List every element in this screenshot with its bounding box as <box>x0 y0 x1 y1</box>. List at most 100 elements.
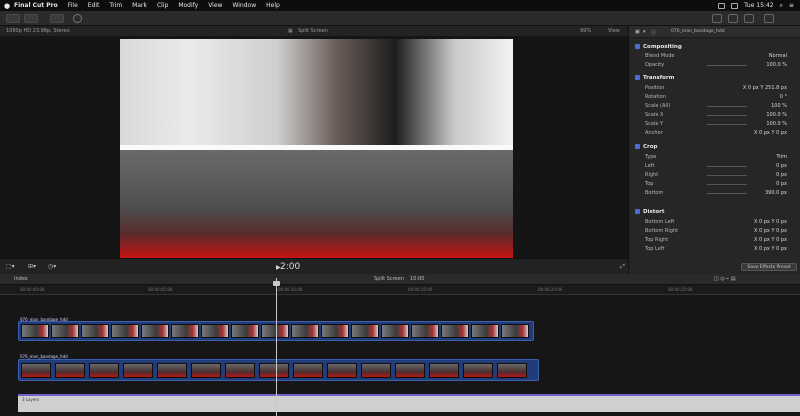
speed-icon[interactable]: ◷▾ <box>48 263 56 270</box>
row-crop-left[interactable]: Left 0 px <box>645 162 795 171</box>
timeline-toggle-icon[interactable] <box>728 14 738 23</box>
top-right-value[interactable]: X 0 px Y 0 px <box>754 237 787 243</box>
blend-mode-value[interactable]: Normal <box>769 53 787 59</box>
row-crop-right[interactable]: Right 0 px <box>645 171 795 180</box>
crop-left-slider[interactable] <box>707 166 747 167</box>
fullscreen-icon[interactable]: ⤢ <box>620 263 625 271</box>
bottom-right-label: Bottom Right <box>645 228 679 234</box>
timeline[interactable]: 076_man_bandage_hdd 076_man_bandage_hdd <box>0 295 800 416</box>
section-distort[interactable]: Distort <box>635 209 664 215</box>
clip-thumbnail <box>327 363 357 378</box>
menu-list-icon[interactable]: ≡ <box>789 2 794 9</box>
row-opacity[interactable]: Opacity 100.0 % <box>645 61 795 70</box>
scale-y-value[interactable]: 100.0 % <box>766 121 787 127</box>
status-icon-1[interactable] <box>718 2 726 9</box>
row-scale-all[interactable]: Scale (All) 100 % <box>645 102 795 111</box>
check-icon[interactable] <box>73 14 82 23</box>
audio-track[interactable]: 3 Layers <box>18 394 800 412</box>
viewer[interactable] <box>0 36 628 258</box>
browser-toggle-icon[interactable] <box>712 14 722 23</box>
playback-bar: ⬚▾ ⊞▾ ◷▾ ▶ 2:00 ⤢ <box>0 258 628 274</box>
menu-mark[interactable]: Mark <box>132 2 147 9</box>
menu-file[interactable]: File <box>68 2 78 9</box>
clip-thumbnail <box>351 324 379 338</box>
row-top-right[interactable]: Top Right X 0 px Y 0 px <box>645 236 795 245</box>
scale-y-slider[interactable] <box>707 124 747 125</box>
row-blend-mode[interactable]: Blend Mode Normal <box>645 52 795 61</box>
row-crop-top[interactable]: Top 0 px <box>645 180 795 189</box>
inspector-toggle-icon[interactable] <box>744 14 754 23</box>
timecode-display[interactable]: 2:00 <box>280 262 300 272</box>
section-crop[interactable]: Crop <box>635 144 657 150</box>
filter-icon[interactable]: ▾ <box>643 29 646 35</box>
bottom-right-value[interactable]: X 0 px Y 0 px <box>754 228 787 234</box>
row-bottom-left[interactable]: Bottom Left X 0 px Y 0 px <box>645 218 795 227</box>
video-clip-bottom[interactable] <box>18 359 539 381</box>
crop-top-slider[interactable] <box>707 184 747 185</box>
share-icon[interactable] <box>764 14 774 23</box>
view-dropdown[interactable]: View <box>608 28 620 34</box>
crop-left-value[interactable]: 0 px <box>776 163 787 169</box>
scale-all-slider[interactable] <box>707 106 747 107</box>
opacity-value[interactable]: 100.0 % <box>766 62 787 68</box>
row-scale-y[interactable]: Scale Y 100.0 % <box>645 120 795 129</box>
row-scale-x[interactable]: Scale X 100.0 % <box>645 111 795 120</box>
crop-right-label: Right <box>645 172 659 178</box>
row-crop-bottom[interactable]: Bottom 390.0 px <box>645 189 795 198</box>
menu-help[interactable]: Help <box>266 2 280 9</box>
row-anchor[interactable]: Anchor X 0 px Y 0 px <box>645 129 795 138</box>
menu-edit[interactable]: Edit <box>88 2 100 9</box>
background-tasks-button[interactable] <box>50 14 64 23</box>
rotation-value[interactable]: 0 ° <box>780 94 787 100</box>
crop-right-slider[interactable] <box>707 175 747 176</box>
crop-bottom-slider[interactable] <box>707 193 747 194</box>
row-rotation[interactable]: Rotation 0 ° <box>645 93 795 102</box>
menu-trim[interactable]: Trim <box>109 2 122 9</box>
info-icon[interactable]: ⓘ <box>651 29 656 36</box>
top-left-value[interactable]: X 0 px Y 0 px <box>754 246 787 252</box>
status-icon-2[interactable] <box>731 2 739 9</box>
menu-modify[interactable]: Modify <box>178 2 198 9</box>
anchor-value[interactable]: X 0 px Y 0 px <box>754 130 787 136</box>
index-button[interactable]: Index <box>14 276 28 282</box>
import-button[interactable] <box>6 14 20 23</box>
menu-app-name[interactable]: Final Cut Pro <box>14 2 58 9</box>
clip-thumbnail <box>395 363 425 378</box>
section-transform[interactable]: Transform <box>635 75 674 81</box>
scale-all-value[interactable]: 100 % <box>771 103 787 109</box>
scale-x-value[interactable]: 100.0 % <box>766 112 787 118</box>
menu-view[interactable]: View <box>208 2 222 9</box>
effects-icon[interactable]: ⊞▾ <box>28 263 36 270</box>
crop-type-value[interactable]: Trim <box>776 154 787 160</box>
playhead[interactable] <box>276 278 277 416</box>
row-top-left[interactable]: Top Left X 0 px Y 0 px <box>645 245 795 254</box>
clock[interactable]: Tue 15:42 <box>744 2 773 9</box>
clip-thumbnail <box>291 324 319 338</box>
timeline-tools-icon[interactable]: ◫ ◎ ⌁ ▤ <box>714 276 736 282</box>
section-compositing[interactable]: Compositing <box>635 44 682 50</box>
video-frame[interactable] <box>120 39 513 258</box>
apple-menu-icon[interactable]: ● <box>0 2 14 10</box>
search-icon[interactable]: ⌕ <box>780 2 783 10</box>
opacity-slider[interactable] <box>707 65 747 66</box>
menu-window[interactable]: Window <box>232 2 256 9</box>
menu-clip[interactable]: Clip <box>157 2 168 9</box>
video-inspector-icon[interactable]: ▣ <box>635 29 640 35</box>
row-position[interactable]: Position X 0 px Y 251.8 px <box>645 84 795 93</box>
timeline-ruler[interactable]: 00:00:00:00 00:00:05:00 00:00:10:00 00:0… <box>0 285 800 295</box>
ruler-mark: 00:00:05:00 <box>148 287 173 292</box>
bottom-left-value[interactable]: X 0 px Y 0 px <box>754 219 787 225</box>
save-effects-preset-button[interactable]: Save Effects Preset <box>741 263 797 271</box>
row-crop-type[interactable]: Type Trim <box>645 153 795 162</box>
scale-x-slider[interactable] <box>707 115 747 116</box>
crop-right-value[interactable]: 0 px <box>776 172 787 178</box>
crop-top-value[interactable]: 0 px <box>776 181 787 187</box>
crop-bottom-value[interactable]: 390.0 px <box>765 190 787 196</box>
row-bottom-right[interactable]: Bottom Right X 0 px Y 0 px <box>645 227 795 236</box>
transform-tool-icon[interactable]: ⬚▾ <box>6 263 15 270</box>
keyword-button[interactable] <box>24 14 38 23</box>
zoom-dropdown[interactable]: 99% <box>580 28 591 34</box>
position-value[interactable]: X 0 px Y 251.8 px <box>743 85 787 91</box>
playhead-handle[interactable] <box>273 281 280 286</box>
clip-thumbnail <box>157 363 187 378</box>
